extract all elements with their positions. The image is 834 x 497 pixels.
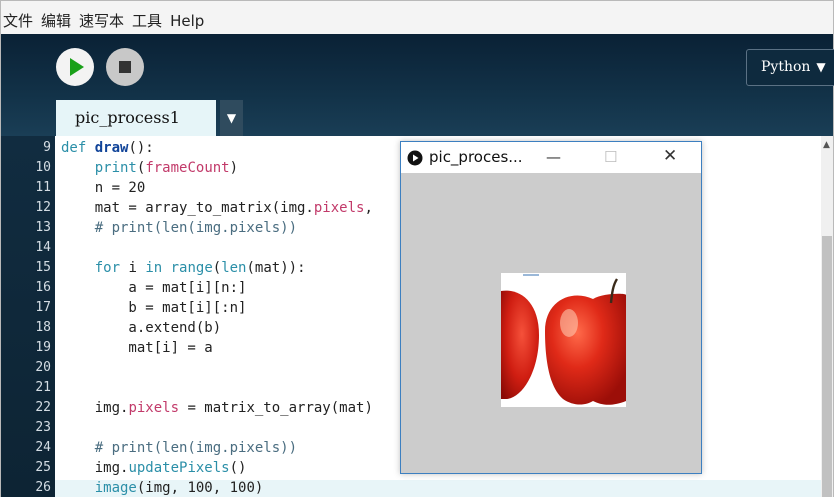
stop-button[interactable]	[106, 48, 144, 86]
code-token: draw	[94, 140, 129, 156]
menu-bar: 文件 编辑 速写本 工具 Help	[0, 0, 834, 34]
code-line[interactable]: img.updatePixels()	[61, 458, 247, 478]
line-number: 23	[35, 420, 51, 435]
menu-sketch[interactable]: 速写本	[79, 6, 124, 30]
line-number-gutter: 9 10 11 12 13 14 15 16 17 18 19 20 21 22 23 24 25 26	[0, 136, 55, 497]
code-token: for	[94, 260, 121, 276]
chevron-down-icon: ▼	[226, 111, 237, 125]
line-number: 11	[35, 180, 51, 195]
code-line[interactable]: mat = array_to_matrix(img.pixels,	[61, 198, 373, 218]
code-token: i	[120, 260, 146, 276]
code-token: ()	[229, 460, 247, 476]
code-token: def	[61, 140, 87, 156]
line-number: 12	[35, 200, 51, 215]
code-token: pixels	[128, 400, 180, 416]
code-token: # print(len(img.pixels))	[61, 440, 298, 456]
code-token: in	[145, 260, 163, 276]
code-line[interactable]: image(img, 100, 100)	[61, 478, 264, 497]
code-token: (img, 100, 100)	[136, 480, 264, 496]
play-icon	[70, 58, 84, 76]
code-line[interactable]: a = mat[i][n:]	[61, 278, 246, 298]
code-token: )	[229, 160, 239, 176]
code-token: (	[212, 260, 222, 276]
menu-file[interactable]: 文件	[3, 6, 33, 30]
processing-run-icon	[407, 150, 423, 166]
sketch-titlebar[interactable]: pic_proces... — ☐ ✕	[401, 142, 701, 173]
sketch-title: pic_proces...	[429, 148, 523, 166]
code-token: print	[94, 160, 137, 176]
mode-selector[interactable]: Python ▼	[746, 49, 834, 86]
code-line[interactable]: # print(len(img.pixels))	[61, 438, 297, 458]
code-token: ():	[128, 140, 154, 156]
code-line[interactable]: mat[i] = a	[61, 338, 213, 358]
code-line[interactable]: n = 20	[61, 178, 146, 198]
close-button[interactable]: ✕	[663, 146, 677, 166]
code-token: n = 20	[61, 180, 146, 196]
line-number: 13	[35, 220, 51, 235]
code-line[interactable]: # print(len(img.pixels))	[61, 218, 297, 238]
code-line[interactable]: for i in range(len(mat)):	[61, 258, 306, 278]
code-line[interactable]: b = mat[i][:n]	[61, 298, 246, 318]
line-number: 26	[35, 480, 51, 495]
code-token: b = mat[i][:n]	[61, 300, 247, 316]
scroll-thumb[interactable]	[822, 236, 832, 497]
line-number: 21	[35, 380, 51, 395]
mode-label: Python	[761, 59, 811, 75]
code-token: mat = array_to_matrix(img.	[61, 200, 314, 216]
tab-pic-process1[interactable]: pic_process1	[56, 100, 216, 136]
code-token: ,	[364, 200, 373, 216]
scroll-up-icon[interactable]: ▲	[823, 140, 830, 150]
code-token: mat[i] = a	[61, 340, 213, 356]
line-number: 22	[35, 400, 51, 415]
code-token: frameCount	[145, 160, 230, 176]
stop-icon	[119, 61, 131, 73]
code-line[interactable]: img.pixels = matrix_to_array(mat)	[61, 398, 373, 418]
line-number: 10	[35, 160, 51, 175]
line-number: 14	[35, 240, 51, 255]
menu-edit[interactable]: 编辑	[41, 6, 71, 30]
minimize-button[interactable]: —	[546, 148, 561, 166]
code-line[interactable]: print(frameCount)	[61, 158, 238, 178]
line-number: 19	[35, 340, 51, 355]
chevron-down-icon: ▼	[816, 60, 826, 74]
line-number: 16	[35, 280, 51, 295]
menu-help[interactable]: Help	[170, 6, 204, 30]
code-line[interactable]: def draw():	[61, 138, 154, 158]
code-token: (mat)):	[246, 260, 306, 276]
run-button[interactable]	[56, 48, 94, 86]
apple-image	[501, 273, 626, 407]
code-token: len	[221, 260, 247, 276]
menu-tools[interactable]: 工具	[132, 6, 162, 30]
line-number: 20	[35, 360, 51, 375]
line-number: 15	[35, 260, 51, 275]
sketch-canvas[interactable]	[401, 173, 701, 473]
line-number: 17	[35, 300, 51, 315]
maximize-button[interactable]: ☐	[604, 148, 617, 166]
code-token: img.	[61, 460, 129, 476]
line-number: 9	[43, 140, 51, 155]
tab-label: pic_process1	[75, 108, 180, 127]
line-number: 18	[35, 320, 51, 335]
code-token: a.extend(b)	[61, 320, 222, 336]
editor-scrollbar[interactable]: ▲	[821, 136, 834, 497]
code-token: updatePixels	[128, 460, 230, 476]
sketch-window[interactable]: pic_proces... — ☐ ✕	[400, 141, 702, 474]
code-token: image	[94, 480, 137, 496]
code-token: range	[170, 260, 213, 276]
code-token: img.	[61, 400, 129, 416]
line-number: 25	[35, 460, 51, 475]
code-token: pixels	[313, 200, 365, 216]
code-token: a = mat[i][n:]	[61, 280, 247, 296]
code-token: = matrix_to_array(mat)	[179, 400, 373, 416]
tab-menu-button[interactable]: ▼	[220, 100, 243, 136]
toolbar: Python ▼ pic_process1 ▼	[0, 34, 834, 136]
code-token: # print(len(img.pixels))	[61, 220, 298, 236]
line-number: 24	[35, 440, 51, 455]
code-line[interactable]: a.extend(b)	[61, 318, 221, 338]
